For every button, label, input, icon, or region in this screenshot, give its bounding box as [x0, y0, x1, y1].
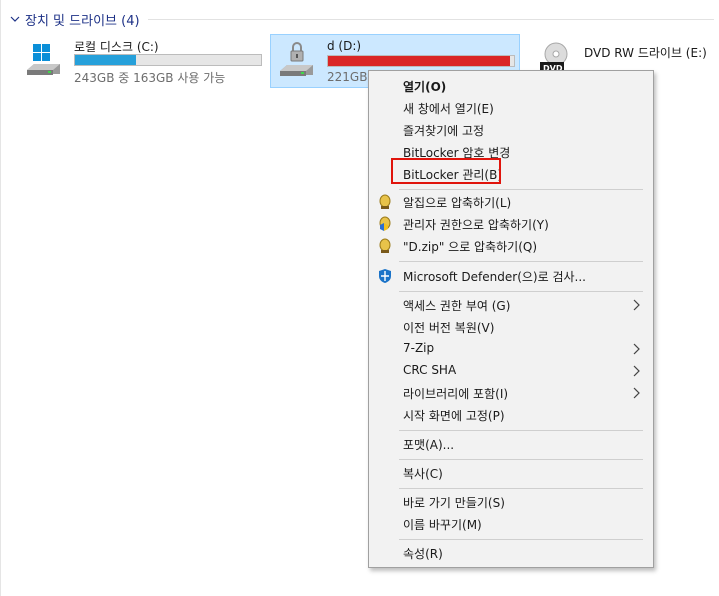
alzip-icon	[377, 238, 393, 254]
menu-separator	[399, 261, 643, 262]
defender-icon	[377, 268, 393, 284]
menu-item-zip-compress[interactable]: "D.zip" 으로 압축하기(Q)	[371, 235, 651, 257]
alzip-icon	[377, 194, 393, 210]
drive-c-name: 로컬 디스크 (C:)	[74, 40, 159, 54]
menu-item-pin-quick-access-label: 즐겨찾기에 고정	[403, 124, 485, 138]
drive-c-usage-fill	[75, 55, 137, 65]
chevron-right-icon	[631, 385, 641, 401]
menu-item-format-label: 포맷(A)...	[403, 438, 455, 452]
drive-c-free-space: 243GB 중 163GB 사용 가능	[74, 71, 226, 85]
drive-c[interactable]: 로컬 디스크 (C:) 243GB 중 163GB 사용 가능	[18, 34, 268, 88]
menu-item-rename-label: 이름 바꾸기(M)	[403, 518, 482, 532]
menu-item-pin-start[interactable]: 시작 화면에 고정(P)	[371, 404, 651, 426]
shield-admin-icon	[377, 216, 393, 232]
menu-item-alzip-compress-label: 알집으로 압축하기(L)	[403, 196, 512, 210]
menu-item-format[interactable]: 포맷(A)...	[371, 433, 651, 455]
menu-item-include-library[interactable]: 라이브러리에 포함(I)	[371, 382, 651, 404]
menu-separator	[399, 189, 643, 190]
drive-d-name: d (D:)	[327, 39, 362, 53]
menu-item-open-new-window[interactable]: 새 창에서 열기(E)	[371, 97, 651, 119]
chevron-right-icon	[631, 341, 641, 357]
menu-item-7zip[interactable]: 7-Zip	[371, 338, 651, 360]
menu-item-include-library-label: 라이브러리에 포함(I)	[403, 387, 509, 401]
chevron-right-icon	[631, 297, 641, 313]
menu-item-create-shortcut-label: 바로 가기 만들기(S)	[403, 496, 505, 510]
menu-item-properties-label: 속성(R)	[403, 547, 443, 561]
chevron-right-icon	[631, 363, 641, 379]
menu-item-admin-compress-label: 관리자 권한으로 압축하기(Y)	[403, 218, 549, 232]
menu-item-restore-previous-label: 이전 버전 복원(V)	[403, 321, 495, 335]
menu-item-rename[interactable]: 이름 바꾸기(M)	[371, 513, 651, 535]
menu-item-admin-compress[interactable]: 관리자 권한으로 압축하기(Y)	[371, 213, 651, 235]
menu-separator	[399, 291, 643, 292]
menu-item-pin-quick-access[interactable]: 즐겨찾기에 고정	[371, 119, 651, 141]
menu-separator	[399, 430, 643, 431]
menu-separator	[399, 488, 643, 489]
menu-item-restore-previous[interactable]: 이전 버전 복원(V)	[371, 316, 651, 338]
locked-drive-icon	[275, 41, 317, 83]
menu-item-create-shortcut[interactable]: 바로 가기 만들기(S)	[371, 491, 651, 513]
menu-item-copy-label: 복사(C)	[403, 467, 443, 481]
pane-edge	[0, 0, 1, 596]
menu-item-7zip-label: 7-Zip	[403, 341, 435, 355]
group-header[interactable]: 장치 및 드라이브 (4)	[8, 9, 714, 29]
menu-item-crc-sha-label: CRC SHA	[403, 363, 457, 377]
menu-item-properties[interactable]: 속성(R)	[371, 542, 651, 564]
menu-item-crc-sha[interactable]: CRC SHA	[371, 360, 651, 382]
menu-item-open[interactable]: 열기(O)	[371, 75, 651, 97]
drive-d-usage-bar	[327, 55, 515, 67]
menu-item-alzip-compress[interactable]: 알집으로 압축하기(L)	[371, 191, 651, 213]
menu-item-defender-scan[interactable]: Microsoft Defender(으)로 검사...	[371, 265, 651, 287]
menu-item-give-access[interactable]: 액세스 권한 부여 (G)	[371, 294, 651, 316]
menu-item-open-new-window-label: 새 창에서 열기(E)	[403, 102, 494, 116]
group-divider	[147, 18, 714, 20]
windows-drive-icon	[22, 40, 64, 82]
drive-d-usage-fill	[328, 56, 511, 66]
menu-separator	[399, 539, 643, 540]
menu-item-pin-start-label: 시작 화면에 고정(P)	[403, 409, 505, 423]
menu-item-defender-scan-label: Microsoft Defender(으)로 검사...	[403, 270, 586, 284]
highlight-box	[391, 158, 501, 184]
menu-item-zip-compress-label: "D.zip" 으로 압축하기(Q)	[403, 240, 538, 254]
context-menu: 열기(O) 새 창에서 열기(E) 즐겨찾기에 고정 BitLocker 암호 …	[368, 70, 654, 568]
menu-item-copy[interactable]: 복사(C)	[371, 462, 651, 484]
menu-separator	[399, 459, 643, 460]
drive-e-name: DVD RW 드라이브 (E:)	[584, 46, 707, 60]
chevron-down-icon[interactable]	[8, 12, 22, 26]
drive-d-free-space: 221GB	[327, 70, 368, 84]
menu-item-give-access-label: 액세스 권한 부여 (G)	[403, 299, 511, 313]
drive-c-usage-bar	[74, 54, 262, 66]
group-title: 장치 및 드라이브 (4)	[25, 13, 140, 29]
menu-item-open-label: 열기(O)	[403, 80, 447, 94]
